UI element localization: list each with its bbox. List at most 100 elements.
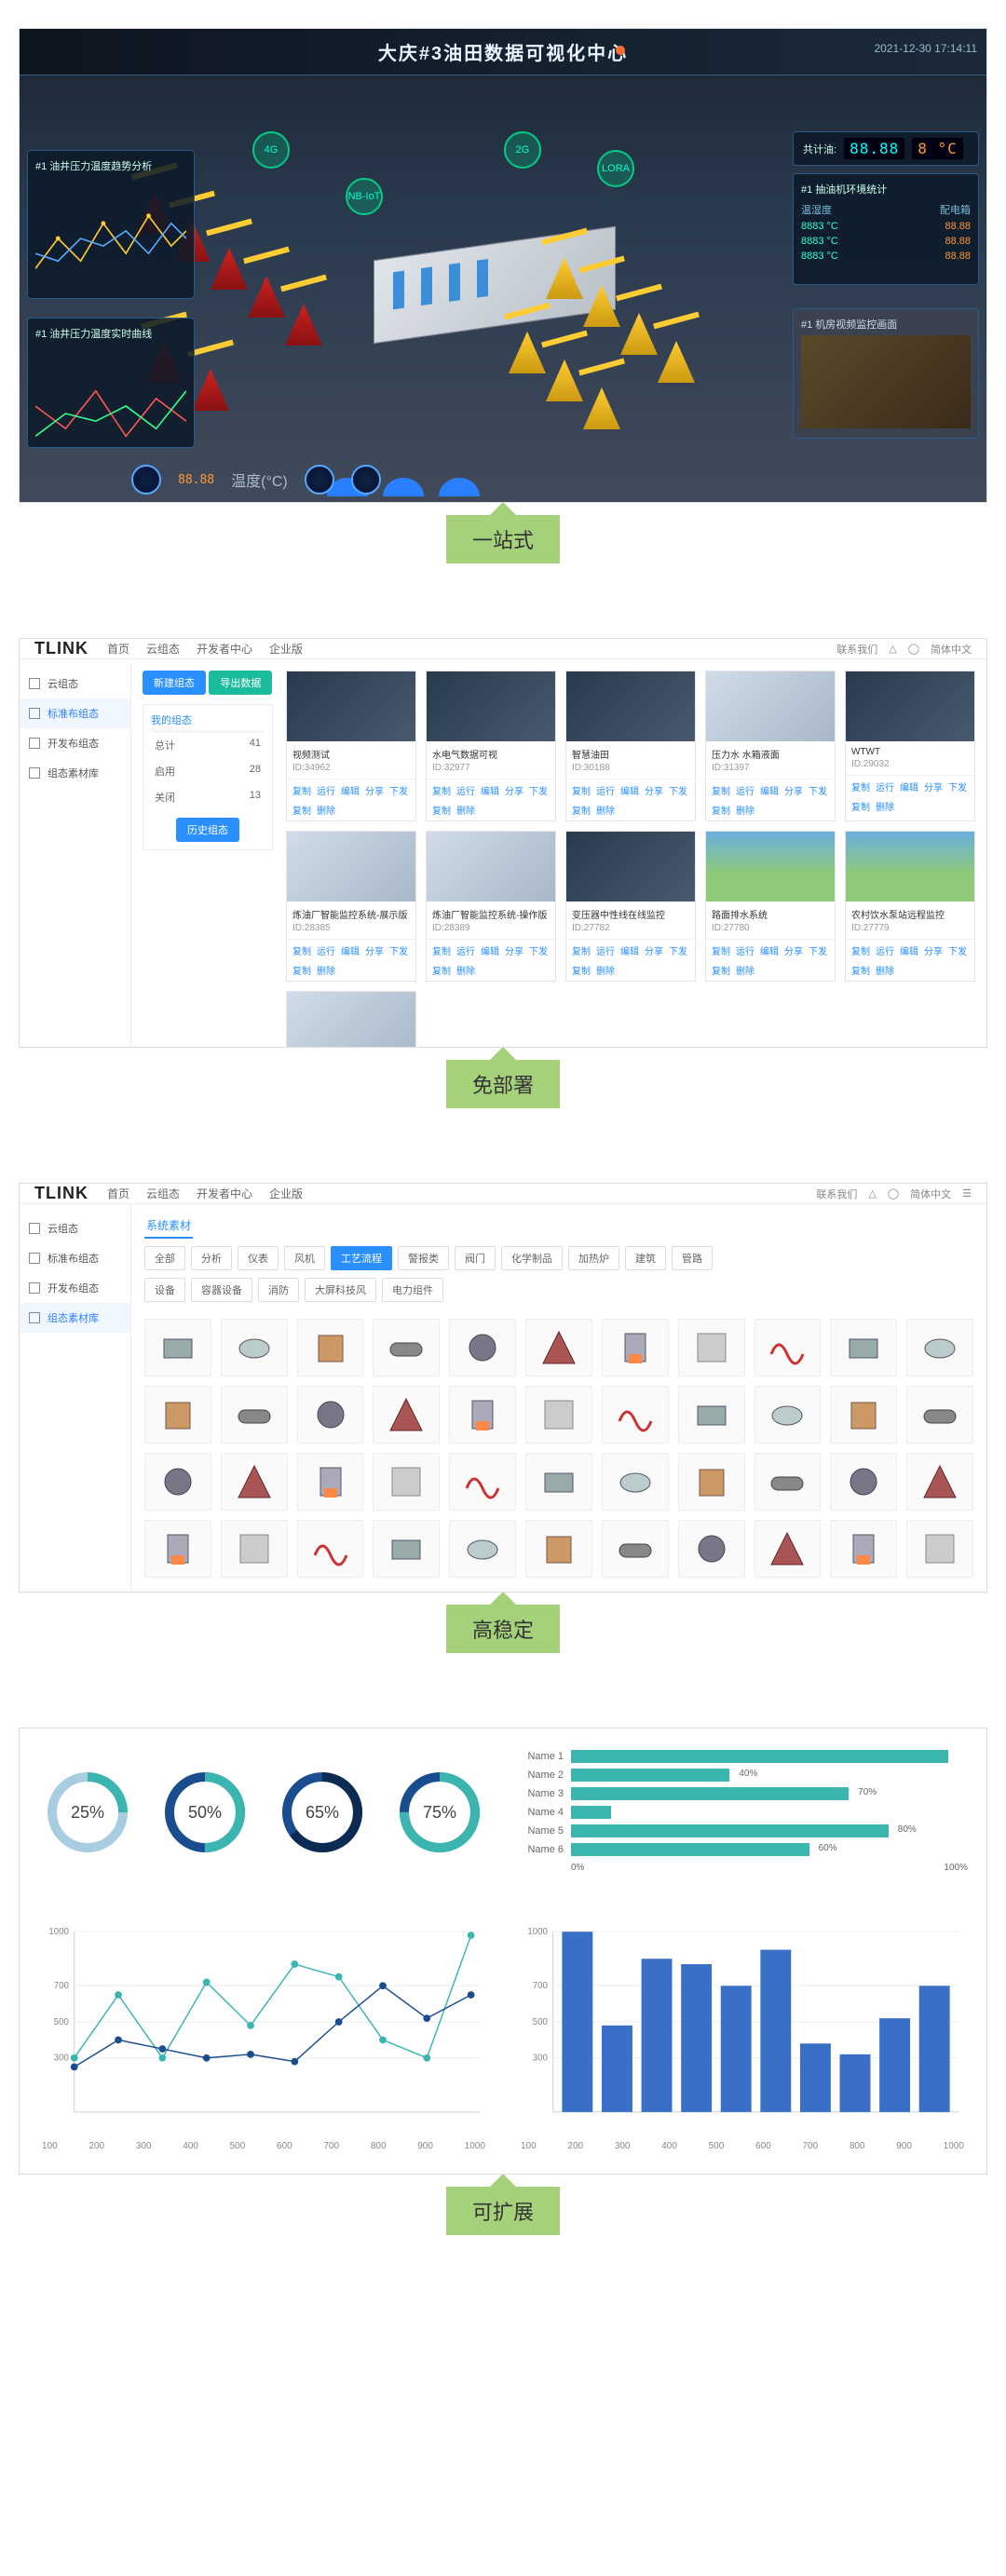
asset-item[interactable] — [144, 1453, 211, 1511]
card-action[interactable]: 编辑 — [620, 943, 639, 957]
asset-item[interactable] — [373, 1520, 440, 1578]
sidebar-item[interactable]: 标准布组态 — [20, 1243, 130, 1273]
contact-link[interactable]: 联系我们 — [816, 1186, 857, 1201]
card-action[interactable]: 编辑 — [760, 943, 779, 957]
config-card[interactable]: 农村饮水泵站远程监控 ID:27779 复制运行编辑分享下发复制删除 — [845, 831, 975, 982]
asset-item[interactable] — [830, 1386, 897, 1444]
asset-item[interactable] — [830, 1520, 897, 1578]
card-action[interactable]: 运行 — [736, 783, 754, 797]
card-action[interactable]: 复制 — [432, 943, 451, 957]
card-action[interactable]: 分享 — [505, 783, 523, 797]
filter-chip[interactable]: 警报类 — [398, 1246, 449, 1270]
filter-chip[interactable]: 容器设备 — [191, 1278, 252, 1302]
asset-item[interactable] — [525, 1386, 592, 1444]
card-action[interactable]: 删除 — [736, 963, 754, 977]
card-action[interactable]: 运行 — [456, 943, 475, 957]
asset-item[interactable] — [525, 1453, 592, 1511]
asset-item[interactable] — [449, 1386, 516, 1444]
card-action[interactable]: 下发 — [809, 783, 827, 797]
card-action[interactable]: 删除 — [736, 803, 754, 817]
contact-link[interactable]: 联系我们 — [836, 642, 877, 657]
asset-item[interactable] — [754, 1386, 822, 1444]
card-action[interactable]: 下发 — [948, 780, 967, 793]
asset-item[interactable] — [830, 1319, 897, 1376]
card-action[interactable]: 编辑 — [900, 780, 918, 793]
card-action[interactable]: 分享 — [645, 783, 663, 797]
my-configs-tab[interactable]: 我的组态 — [151, 712, 265, 732]
card-action[interactable]: 复制 — [712, 783, 730, 797]
menu-icon[interactable]: ☰ — [962, 1187, 972, 1200]
asset-item[interactable] — [373, 1386, 440, 1444]
card-action[interactable]: 下发 — [948, 943, 967, 957]
sidebar-item[interactable]: 云组态 — [20, 669, 130, 698]
card-action[interactable]: 复制 — [292, 803, 311, 817]
config-card[interactable]: 路面排水系统 ID:27780 复制运行编辑分享下发复制删除 — [705, 831, 836, 982]
card-action[interactable]: 复制 — [572, 803, 591, 817]
avatar-icon[interactable]: ◯ — [888, 1187, 899, 1200]
nav-item[interactable]: 首页 — [107, 641, 129, 657]
history-button[interactable]: 历史组态 — [176, 818, 239, 842]
card-action[interactable]: 复制 — [432, 783, 451, 797]
card-action[interactable]: 编辑 — [900, 943, 918, 957]
asset-item[interactable] — [678, 1386, 745, 1444]
filter-chip[interactable]: 管路 — [672, 1246, 713, 1270]
card-action[interactable]: 分享 — [784, 783, 803, 797]
asset-item[interactable] — [221, 1386, 288, 1444]
asset-item[interactable] — [297, 1386, 364, 1444]
card-action[interactable]: 复制 — [712, 943, 730, 957]
asset-item[interactable] — [297, 1319, 364, 1376]
filter-chip[interactable]: 建筑 — [625, 1246, 666, 1270]
avatar-icon[interactable]: ◯ — [908, 643, 919, 655]
card-action[interactable]: 下发 — [529, 783, 548, 797]
nav-item[interactable]: 云组态 — [146, 1186, 180, 1201]
card-action[interactable]: 编辑 — [481, 943, 499, 957]
card-action[interactable]: 分享 — [365, 783, 384, 797]
asset-item[interactable] — [373, 1319, 440, 1376]
config-card[interactable]: 炼油厂智能监控系统-操作版 ID:28389 复制运行编辑分享下发复制删除 — [426, 831, 556, 982]
bell-icon[interactable]: △ — [889, 643, 896, 655]
card-action[interactable]: 复制 — [432, 803, 451, 817]
asset-item[interactable] — [678, 1520, 745, 1578]
asset-item[interactable] — [602, 1453, 669, 1511]
card-action[interactable]: 运行 — [596, 943, 615, 957]
card-action[interactable]: 下发 — [389, 783, 408, 797]
card-action[interactable]: 分享 — [784, 943, 803, 957]
card-action[interactable]: 分享 — [924, 943, 943, 957]
asset-item[interactable] — [144, 1319, 211, 1376]
nav-item[interactable]: 首页 — [107, 1186, 129, 1201]
card-action[interactable]: 下发 — [669, 943, 687, 957]
card-action[interactable]: 编辑 — [341, 943, 360, 957]
card-action[interactable]: 分享 — [365, 943, 384, 957]
asset-item[interactable] — [297, 1453, 364, 1511]
card-action[interactable]: 运行 — [596, 783, 615, 797]
card-action[interactable]: 删除 — [456, 803, 475, 817]
filter-chip[interactable]: 设备 — [144, 1278, 185, 1302]
config-card[interactable]: 储罐液温/压力/液位检测 ID:27778 复制运行编辑分享下发复制删除 — [286, 991, 416, 1048]
asset-item[interactable] — [221, 1319, 288, 1376]
card-action[interactable]: 复制 — [572, 783, 591, 797]
asset-item[interactable] — [602, 1386, 669, 1444]
asset-item[interactable] — [906, 1386, 973, 1444]
asset-item[interactable] — [144, 1386, 211, 1444]
card-action[interactable]: 复制 — [572, 963, 591, 977]
config-card[interactable]: 水电气数据可视 ID:32977 复制运行编辑分享下发复制删除 — [426, 671, 556, 821]
bell-icon[interactable]: △ — [868, 1187, 876, 1200]
card-action[interactable]: 复制 — [851, 963, 870, 977]
config-card[interactable]: 智慧油田 ID:30188 复制运行编辑分享下发复制删除 — [565, 671, 696, 821]
asset-item[interactable] — [602, 1319, 669, 1376]
asset-item[interactable] — [144, 1520, 211, 1578]
asset-item[interactable] — [906, 1453, 973, 1511]
asset-item[interactable] — [602, 1520, 669, 1578]
asset-item[interactable] — [678, 1453, 745, 1511]
nav-item[interactable]: 开发者中心 — [197, 641, 252, 657]
asset-item[interactable] — [373, 1453, 440, 1511]
card-action[interactable]: 下发 — [669, 783, 687, 797]
card-action[interactable]: 删除 — [876, 799, 894, 813]
card-action[interactable]: 复制 — [292, 943, 311, 957]
card-action[interactable]: 运行 — [876, 780, 894, 793]
card-action[interactable]: 复制 — [572, 943, 591, 957]
card-action[interactable]: 编辑 — [481, 783, 499, 797]
card-action[interactable]: 复制 — [712, 803, 730, 817]
asset-item[interactable] — [297, 1520, 364, 1578]
card-action[interactable]: 复制 — [851, 943, 870, 957]
